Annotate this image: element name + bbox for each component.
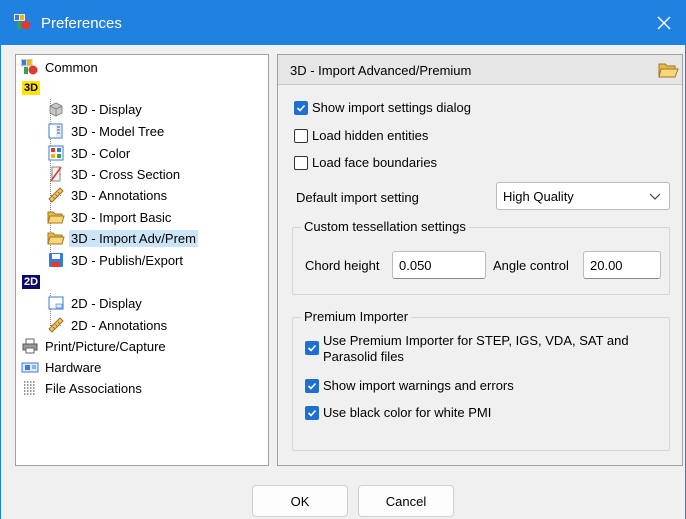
- checkbox-label: Load face boundaries: [312, 155, 438, 170]
- load-face-boundaries-checkbox[interactable]: Load face boundaries: [294, 155, 437, 170]
- window-title: Preferences: [41, 15, 122, 32]
- file-associations-icon: [20, 379, 40, 397]
- preferences-tree: Common 3D 3D - Display 3D - Model Tree 3…: [15, 54, 269, 466]
- tree-item-label: File Associations: [45, 380, 142, 396]
- 3d-badge-icon: 3D: [22, 81, 41, 95]
- color-palette-icon: [46, 144, 66, 162]
- select-value: High Quality: [503, 188, 574, 204]
- tree-item-label: 3D - Import Basic: [71, 209, 172, 225]
- title-bar: Preferences: [1, 0, 686, 45]
- group-title: Premium Importer: [301, 309, 412, 324]
- tree-item-2d-annotations[interactable]: 2D - Annotations: [46, 315, 169, 335]
- checkbox-checked-icon: [305, 341, 319, 355]
- show-import-warnings-checkbox[interactable]: Show import warnings and errors: [305, 378, 514, 393]
- tree-item-label: Hardware: [45, 359, 102, 375]
- tree-item-file-associations[interactable]: File Associations: [20, 378, 144, 398]
- tree-item-label: Common: [45, 59, 98, 75]
- common-icon: [20, 58, 40, 76]
- tree-item-label: 3D - Cross Section: [71, 166, 181, 182]
- group-title: Custom tessellation settings: [301, 219, 469, 234]
- preferences-window: Preferences Common 3D 3D - Display 3D - …: [0, 0, 686, 519]
- checkbox-label-line: Use Premium Importer for STEP, IGS, VDA,…: [323, 333, 629, 348]
- model-tree-icon: [46, 122, 66, 140]
- checkbox-label: Use black color for white PMI: [323, 405, 492, 420]
- chord-height-input[interactable]: [392, 251, 486, 279]
- checkbox-label: Show import settings dialog: [312, 100, 471, 115]
- default-import-label: Default import setting: [296, 190, 419, 205]
- tree-item-3d-cross-section[interactable]: 3D - Cross Section: [46, 164, 182, 184]
- tree-item-3d-color[interactable]: 3D - Color: [46, 143, 132, 163]
- panel-header: 3D - Import Advanced/Premium: [278, 55, 682, 85]
- app-icon: [14, 14, 31, 30]
- load-hidden-entities-checkbox[interactable]: Load hidden entities: [294, 128, 428, 143]
- tree-item-print-picture-capture[interactable]: Print/Picture/Capture: [20, 336, 168, 356]
- ok-button[interactable]: OK: [252, 485, 348, 517]
- tree-item-label: Print/Picture/Capture: [45, 338, 166, 354]
- save-disk-icon: [46, 251, 66, 269]
- folder-open-icon: [658, 63, 679, 78]
- checkbox-label-line: Parasolid files: [323, 349, 404, 364]
- drawing-sheet-icon: [46, 294, 66, 312]
- tree-item-hardware[interactable]: Hardware: [20, 357, 103, 377]
- settings-panel: 3D - Import Advanced/Premium Show import…: [277, 54, 683, 466]
- chevron-down-icon: [649, 193, 661, 200]
- tree-item-label: 3D - Display: [71, 101, 142, 117]
- tree-item-label: 2D - Display: [71, 295, 142, 311]
- tree-item-label: 3D - Model Tree: [71, 123, 165, 139]
- premium-importer-group: Premium Importer Use Premium Importer fo…: [292, 309, 670, 451]
- show-import-settings-checkbox[interactable]: Show import settings dialog: [294, 100, 471, 115]
- tree-item-3d-annotations[interactable]: 3D - Annotations: [46, 185, 169, 205]
- open-folder-button[interactable]: [657, 60, 679, 80]
- cross-section-icon: [46, 165, 66, 183]
- angle-control-input[interactable]: [583, 251, 661, 279]
- 2d-badge-icon: 2D: [22, 275, 41, 289]
- checkbox-checked-icon: [294, 100, 308, 115]
- tree-item-3d-import-adv-prem[interactable]: 3D - Import Adv/Prem: [46, 228, 198, 248]
- close-button[interactable]: [649, 10, 679, 36]
- checkbox-label: Load hidden entities: [312, 128, 429, 143]
- checkbox-label: Use Premium Importer for STEP, IGS, VDA,…: [323, 333, 629, 365]
- use-premium-importer-checkbox[interactable]: Use Premium Importer for STEP, IGS, VDA,…: [305, 333, 629, 365]
- cube-icon: [46, 100, 66, 118]
- tessellation-group: Custom tessellation settings Chord heigh…: [292, 219, 670, 295]
- checkbox-unchecked-icon: [294, 155, 308, 170]
- tree-item-3d-import-basic[interactable]: 3D - Import Basic: [46, 207, 173, 227]
- ruler-icon: [46, 186, 66, 204]
- close-icon: [657, 16, 671, 30]
- chord-height-label: Chord height: [305, 258, 380, 273]
- tree-item-3d-publish-export[interactable]: 3D - Publish/Export: [46, 250, 185, 270]
- angle-control-label: Angle control: [493, 258, 569, 273]
- checkbox-label: Show import warnings and errors: [323, 378, 514, 393]
- tree-item-2d-display[interactable]: 2D - Display: [46, 293, 144, 313]
- tree-item-label: 3D - Import Adv/Prem: [69, 229, 198, 247]
- printer-icon: [20, 337, 40, 355]
- tree-item-common[interactable]: Common: [20, 57, 100, 77]
- checkbox-checked-icon: [305, 405, 319, 420]
- tree-item-label: 3D - Color: [71, 145, 131, 161]
- tree-item-label: 3D - Annotations: [71, 187, 168, 203]
- tree-group-3d[interactable]: 3D: [22, 78, 41, 98]
- folder-open-icon: [46, 208, 66, 226]
- tree-item-3d-model-tree[interactable]: 3D - Model Tree: [46, 121, 166, 141]
- panel-title: 3D - Import Advanced/Premium: [290, 63, 472, 78]
- tree-item-label: 3D - Publish/Export: [71, 252, 183, 268]
- black-color-white-pmi-checkbox[interactable]: Use black color for white PMI: [305, 405, 491, 420]
- default-import-select[interactable]: High Quality: [496, 182, 670, 210]
- tree-item-3d-display[interactable]: 3D - Display: [46, 99, 144, 119]
- checkbox-unchecked-icon: [294, 128, 308, 143]
- hardware-card-icon: [20, 358, 40, 376]
- checkbox-checked-icon: [305, 378, 319, 393]
- ruler-icon: [46, 316, 66, 334]
- folder-open-icon: [46, 229, 66, 247]
- cancel-button[interactable]: Cancel: [358, 485, 454, 517]
- tree-group-2d[interactable]: 2D: [22, 272, 41, 292]
- tree-item-label: 2D - Annotations: [71, 317, 168, 333]
